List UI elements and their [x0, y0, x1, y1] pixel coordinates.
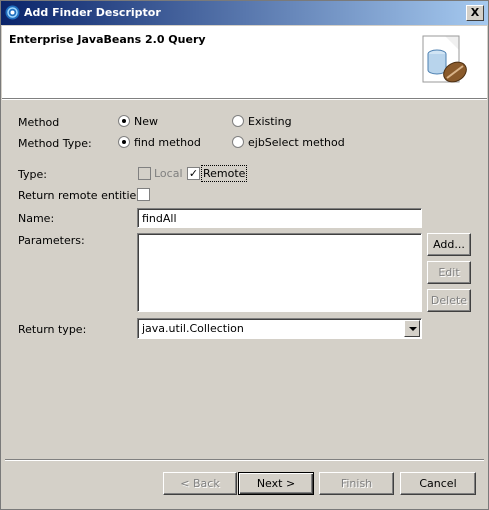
ejbselect-method-label[interactable]: ejbSelect method — [248, 136, 345, 149]
wizard-banner: Enterprise JavaBeans 2.0 Query — [2, 26, 487, 99]
find-method-label[interactable]: find method — [134, 136, 201, 149]
cancel-button[interactable]: Cancel — [400, 472, 476, 495]
return-remote-checkbox[interactable] — [137, 188, 150, 201]
local-label[interactable]: Local — [154, 167, 183, 180]
close-button[interactable]: X — [466, 5, 484, 21]
edit-parameter-button[interactable]: Edit — [427, 261, 471, 284]
parameters-label: Parameters: — [18, 234, 85, 247]
dropdown-arrow-icon[interactable] — [404, 320, 420, 337]
next-button[interactable]: Next > — [238, 472, 314, 495]
add-parameter-button[interactable]: Add... — [427, 233, 471, 256]
window-title: Add Finder Descriptor — [24, 6, 161, 19]
banner-separator — [2, 99, 487, 100]
local-checkbox[interactable] — [138, 167, 151, 180]
return-type-label: Return type: — [18, 323, 87, 336]
name-input[interactable]: findAll — [137, 208, 422, 228]
finish-button[interactable]: Finish — [319, 472, 394, 495]
return-type-value: java.util.Collection — [142, 322, 244, 335]
method-new-radio[interactable] — [118, 115, 130, 127]
method-label: Method — [18, 116, 60, 129]
app-icon — [5, 5, 20, 20]
back-button[interactable]: < Back — [163, 472, 237, 495]
remote-checkbox[interactable]: ✓ — [187, 167, 200, 180]
name-label: Name: — [18, 212, 55, 225]
method-existing-radio[interactable] — [232, 115, 244, 127]
ejbselect-method-radio[interactable] — [232, 136, 244, 148]
banner-title: Enterprise JavaBeans 2.0 Query — [9, 33, 206, 46]
name-input-value: findAll — [142, 212, 177, 225]
method-existing-label[interactable]: Existing — [248, 115, 292, 128]
ejb-coffee-bean-icon — [422, 35, 467, 83]
parameters-list[interactable] — [137, 233, 422, 312]
return-type-combo[interactable]: java.util.Collection — [137, 318, 422, 339]
add-finder-descriptor-dialog: Add Finder Descriptor X Enterprise JavaB… — [0, 0, 489, 510]
type-label: Type: — [18, 168, 47, 181]
remote-label[interactable]: Remote — [200, 165, 248, 182]
return-remote-label: Return remote entities: — [18, 189, 146, 202]
title-bar: Add Finder Descriptor X — [1, 1, 488, 25]
delete-parameter-button[interactable]: Delete — [427, 289, 471, 312]
bottom-separator-highlight — [5, 460, 484, 461]
method-new-label[interactable]: New — [134, 115, 158, 128]
method-type-label: Method Type: — [18, 137, 92, 150]
find-method-radio[interactable] — [118, 136, 130, 148]
